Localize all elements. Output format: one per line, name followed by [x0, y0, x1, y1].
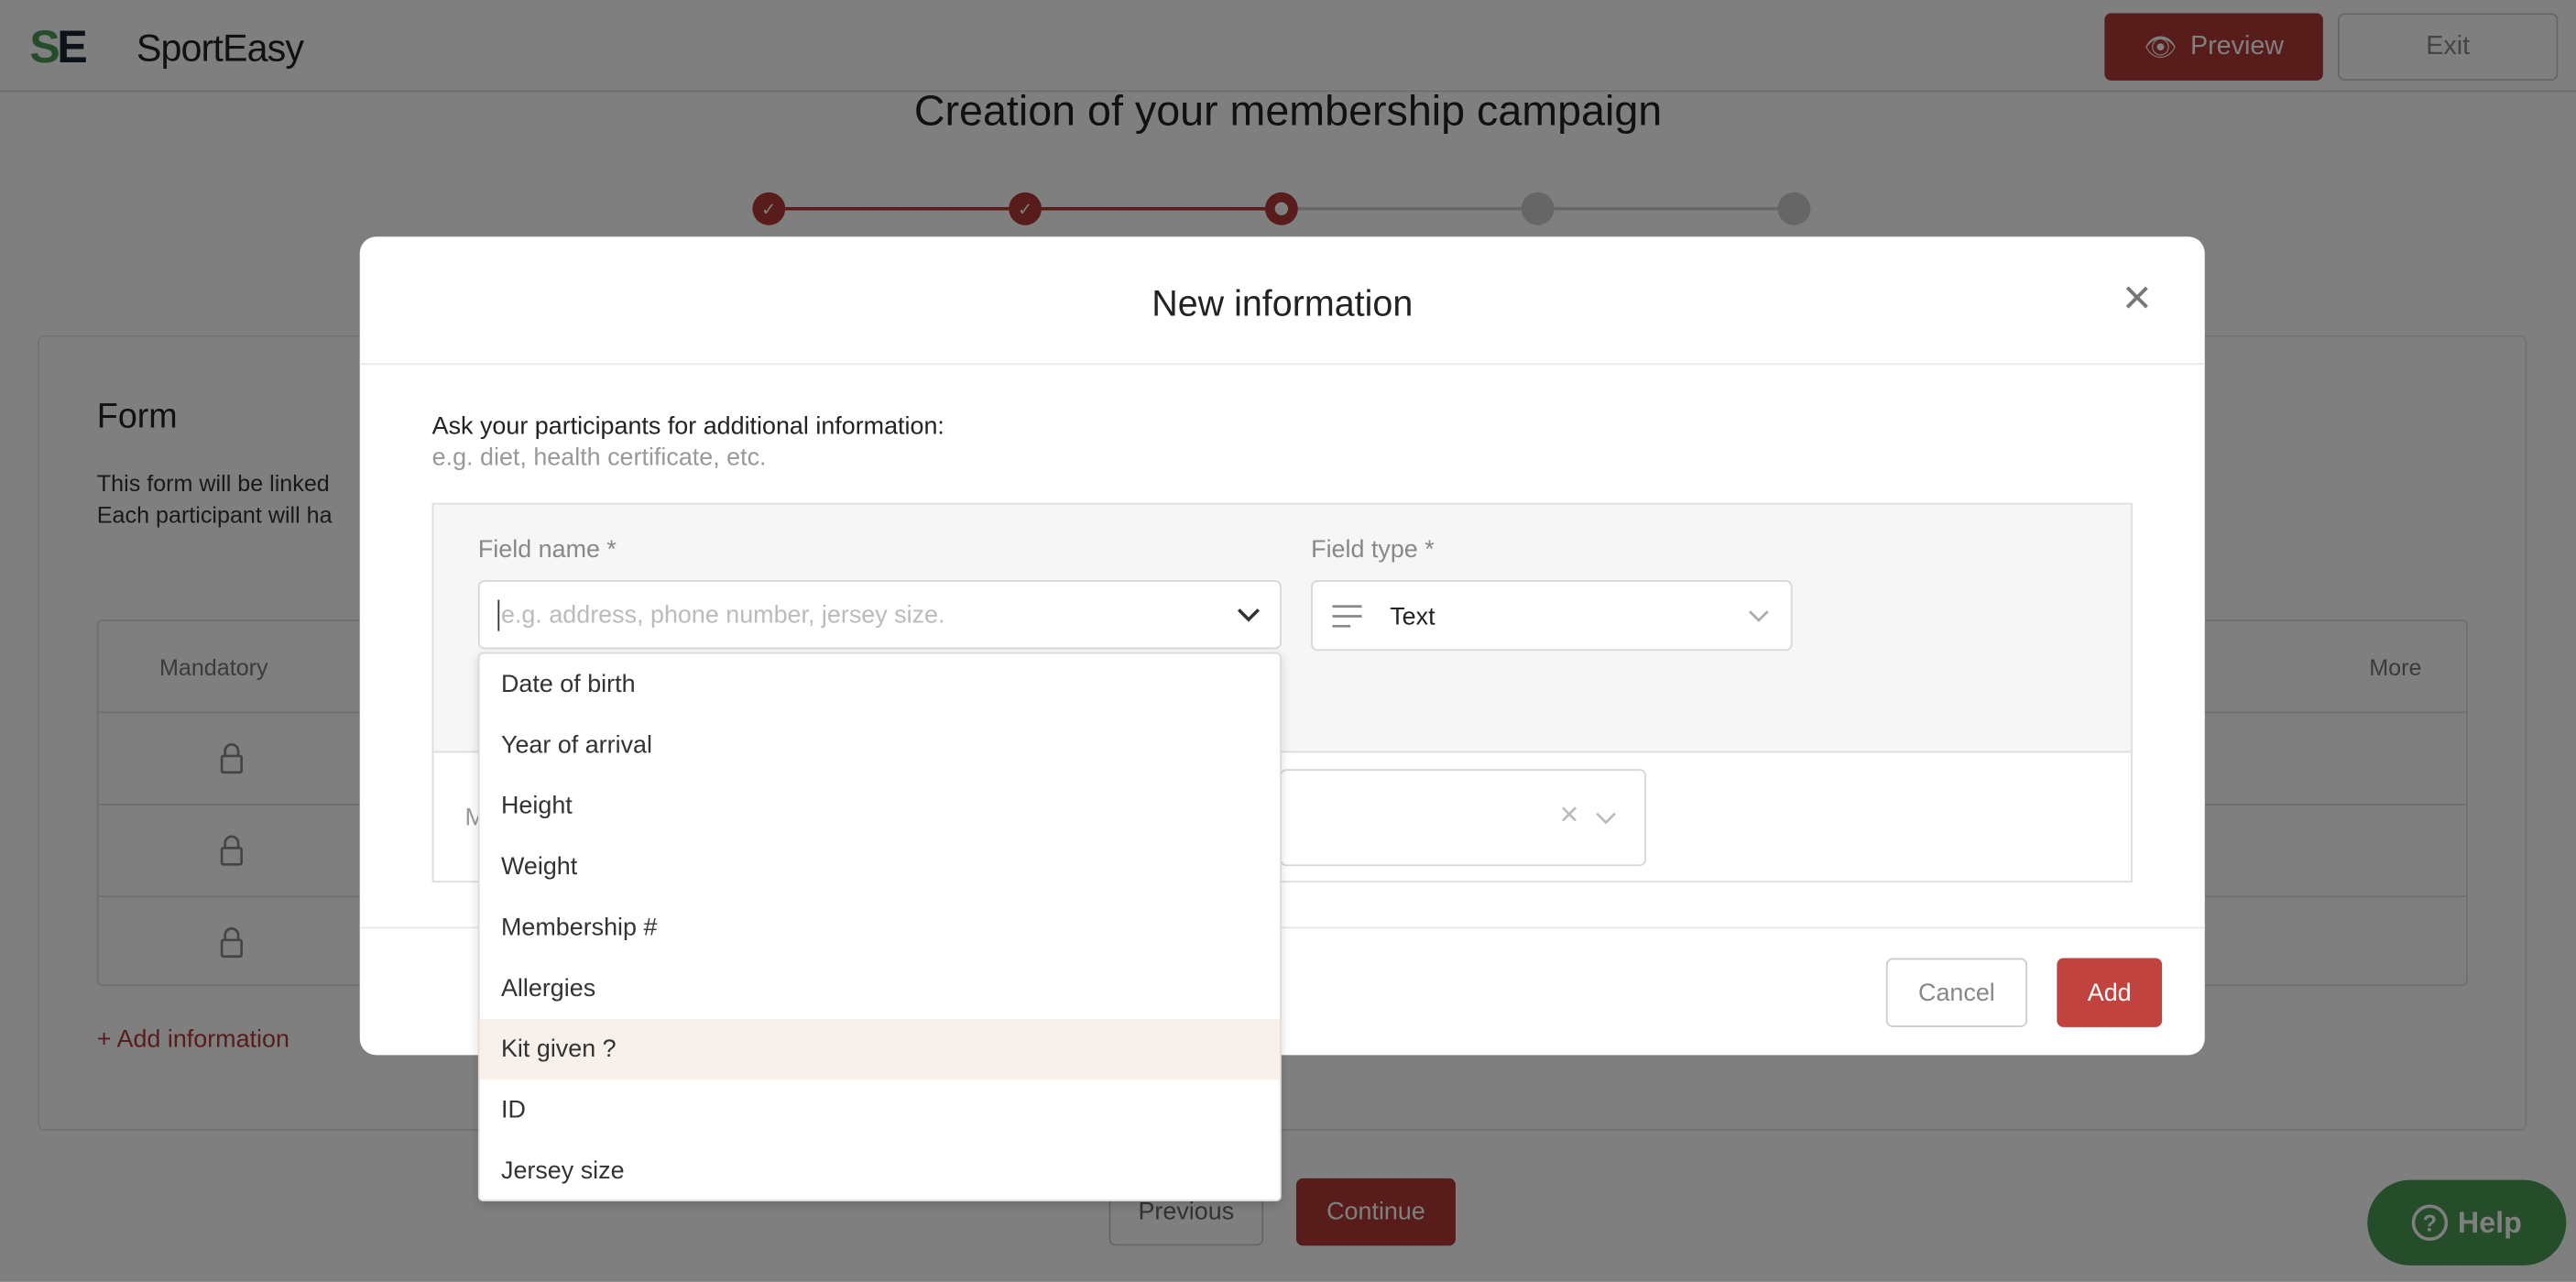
text-cursor — [497, 599, 500, 631]
add-button[interactable]: Add — [2057, 958, 2163, 1027]
option-kit-given[interactable]: Kit given ? — [479, 1018, 1281, 1080]
text-lines-icon — [1332, 605, 1362, 628]
close-icon[interactable]: × — [2123, 274, 2151, 323]
option-year-of-arrival[interactable]: Year of arrival — [480, 715, 1280, 775]
chevron-down-icon — [1596, 812, 1616, 825]
field-type-select[interactable]: Text — [1311, 580, 1793, 652]
field-name-placeholder: e.g. address, phone number, jersey size. — [500, 601, 945, 630]
modal-title: New information — [1152, 282, 1414, 324]
modal-intro: Ask your participants for additional inf… — [431, 412, 944, 441]
secondary-select[interactable]: × — [1280, 769, 1646, 867]
chevron-down-icon[interactable] — [1237, 607, 1261, 623]
field-type-value: Text — [1390, 603, 1435, 631]
modal-hint: e.g. diet, health certificate, etc. — [431, 444, 767, 472]
option-weight[interactable]: Weight — [480, 837, 1280, 897]
field-name-dropdown: Date of birth Year of arrival Height Wei… — [477, 652, 1282, 1201]
cancel-button[interactable]: Cancel — [1885, 958, 2028, 1027]
option-allergies[interactable]: Allergies — [480, 959, 1280, 1019]
option-height[interactable]: Height — [480, 775, 1280, 836]
field-name-input[interactable]: e.g. address, phone number, jersey size. — [477, 580, 1282, 650]
option-jersey-size[interactable]: Jersey size — [480, 1141, 1280, 1201]
option-date-of-birth[interactable]: Date of birth — [480, 654, 1280, 715]
field-type-label: Field type * — [1311, 535, 1435, 564]
chevron-down-icon — [1749, 610, 1769, 622]
option-id[interactable]: ID — [480, 1079, 1280, 1140]
field-name-label: Field name * — [477, 535, 617, 564]
clear-icon[interactable]: × — [1559, 797, 1578, 835]
option-membership-number[interactable]: Membership # — [480, 897, 1280, 958]
